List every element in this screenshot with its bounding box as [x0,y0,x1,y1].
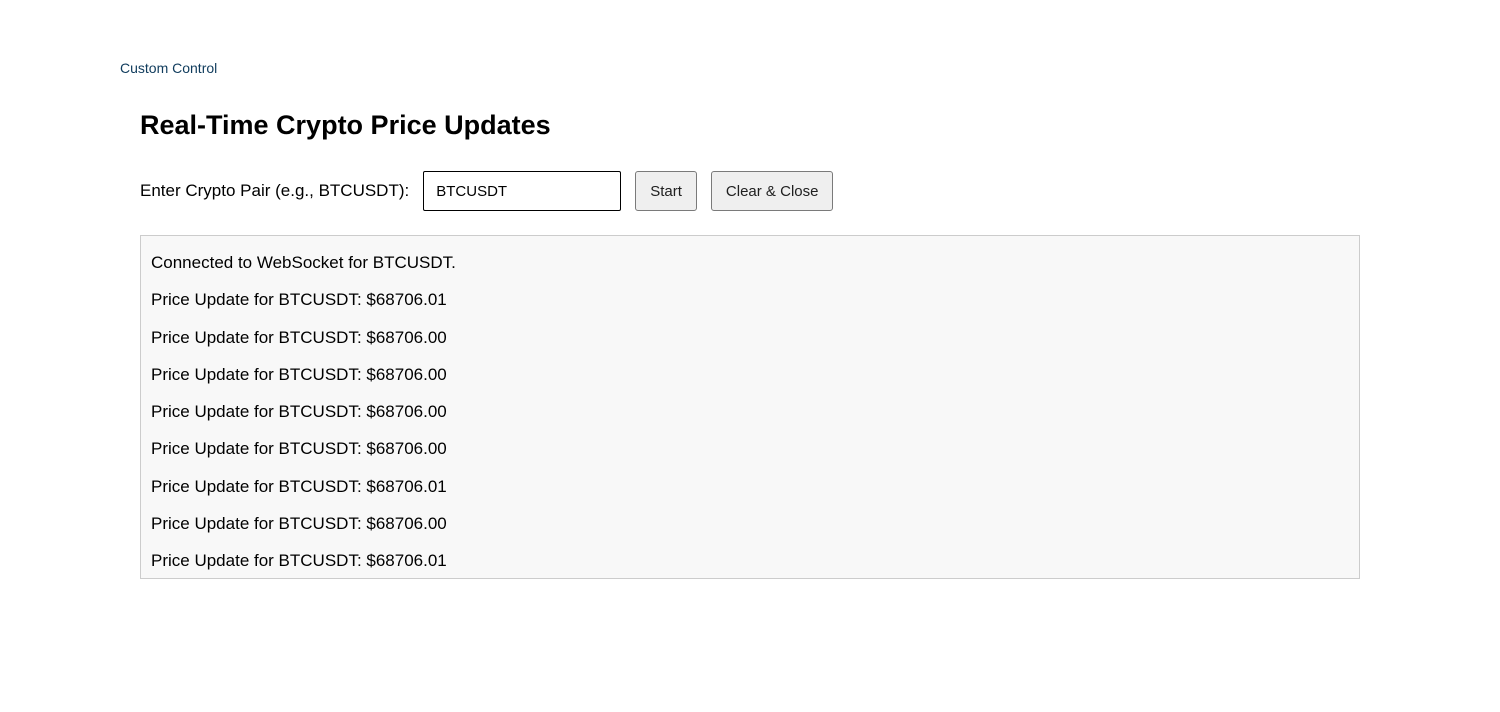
crypto-pair-input[interactable] [423,171,621,211]
controls-row: Enter Crypto Pair (e.g., BTCUSDT): Start… [140,171,1360,211]
output-line: Connected to WebSocket for BTCUSDT. [151,244,1349,281]
output-line: Price Update for BTCUSDT: $68706.00 [151,505,1349,542]
output-log[interactable]: Connected to WebSocket for BTCUSDT. Pric… [140,235,1360,579]
output-line: Price Update for BTCUSDT: $68706.00 [151,319,1349,356]
output-line: Price Update for BTCUSDT: $68706.00 [151,430,1349,467]
output-line: Price Update for BTCUSDT: $68706.00 [151,393,1349,430]
output-line: Price Update for BTCUSDT: $68706.00 [151,356,1349,393]
page-title: Real-Time Crypto Price Updates [140,110,1360,141]
breadcrumb[interactable]: Custom Control [120,60,1500,76]
start-button[interactable]: Start [635,171,697,211]
crypto-pair-label: Enter Crypto Pair (e.g., BTCUSDT): [140,181,409,201]
clear-close-button[interactable]: Clear & Close [711,171,834,211]
main-content: Real-Time Crypto Price Updates Enter Cry… [140,110,1360,579]
output-line: Price Update for BTCUSDT: $68706.01 [151,468,1349,505]
output-line: Price Update for BTCUSDT: $68706.01 [151,542,1349,579]
output-line: Price Update for BTCUSDT: $68706.01 [151,281,1349,318]
